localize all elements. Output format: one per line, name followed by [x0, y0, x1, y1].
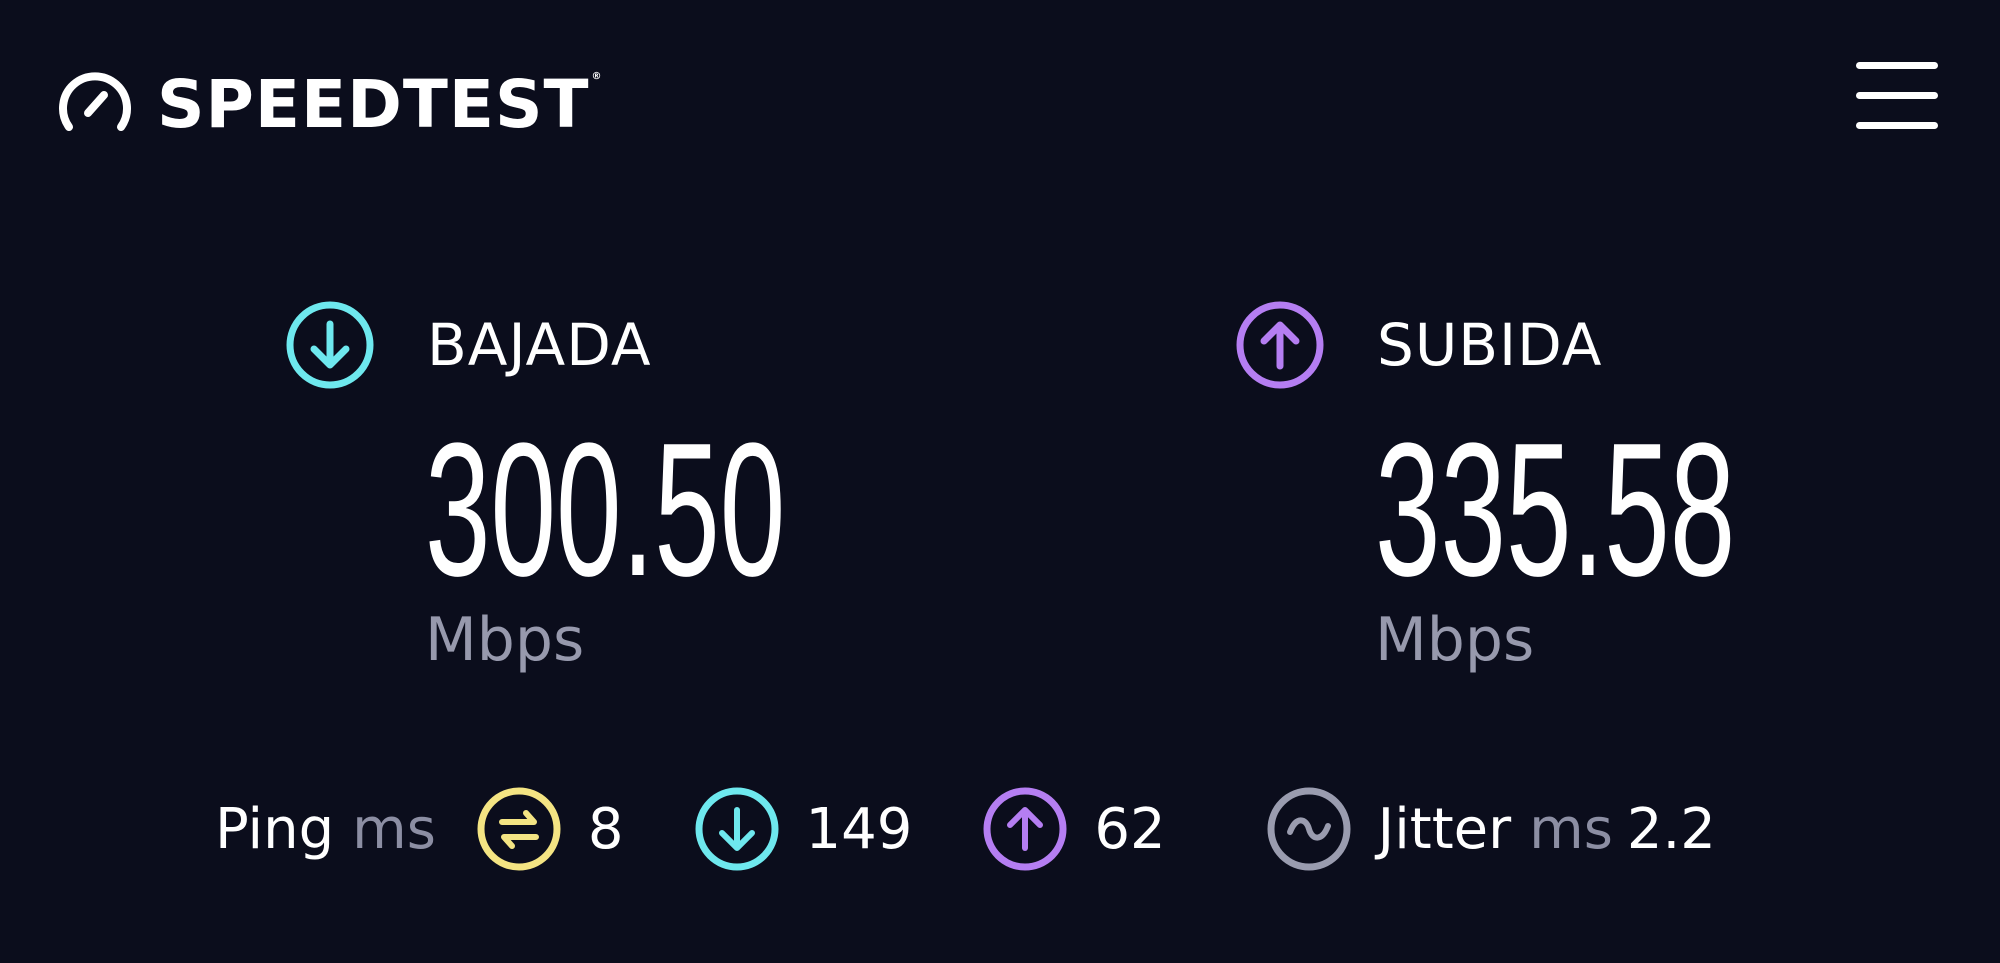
download-speed-value: 300.50 — [425, 404, 786, 616]
download-label: BAJADA — [427, 311, 652, 379]
hamburger-menu-button[interactable] — [1852, 60, 1942, 130]
jitter-label: Jitter — [1377, 796, 1512, 862]
upload-label: SUBIDA — [1377, 311, 1603, 379]
download-speed-unit: Mbps — [425, 605, 585, 675]
idle-ping-icon — [477, 787, 561, 871]
speedometer-logo-icon — [59, 72, 131, 131]
ping-unit: ms — [352, 796, 436, 862]
app-header: SPEEDTEST ® — [55, 62, 603, 148]
upload-speed-value: 335.58 — [1375, 404, 1736, 616]
download-header: BAJADA — [285, 300, 652, 390]
jitter-unit: ms — [1529, 796, 1613, 862]
brand-wordmark: SPEEDTEST ® — [157, 66, 603, 143]
download-arrow-icon — [286, 301, 374, 389]
latency-stats-row: Ping ms 8 149 62 Jitter ms 2.2 — [215, 784, 1716, 874]
upload-speed-unit: Mbps — [1375, 605, 1535, 675]
download-ping-value: 149 — [805, 796, 913, 862]
jitter-value: 2.2 — [1626, 796, 1716, 862]
download-ping-icon — [695, 787, 779, 871]
upload-ping-icon — [983, 787, 1067, 871]
upload-header: SUBIDA — [1235, 300, 1602, 390]
idle-ping-value: 8 — [587, 796, 624, 862]
upload-ping-value: 62 — [1094, 796, 1166, 862]
ping-label: Ping — [215, 796, 335, 862]
trademark-symbol: ® — [591, 71, 603, 82]
upload-arrow-icon — [1236, 301, 1324, 389]
jitter-icon — [1267, 787, 1351, 871]
download-metric: BAJADA 300.50 Mbps — [285, 300, 785, 675]
upload-metric: SUBIDA 335.58 Mbps — [1235, 300, 1735, 675]
